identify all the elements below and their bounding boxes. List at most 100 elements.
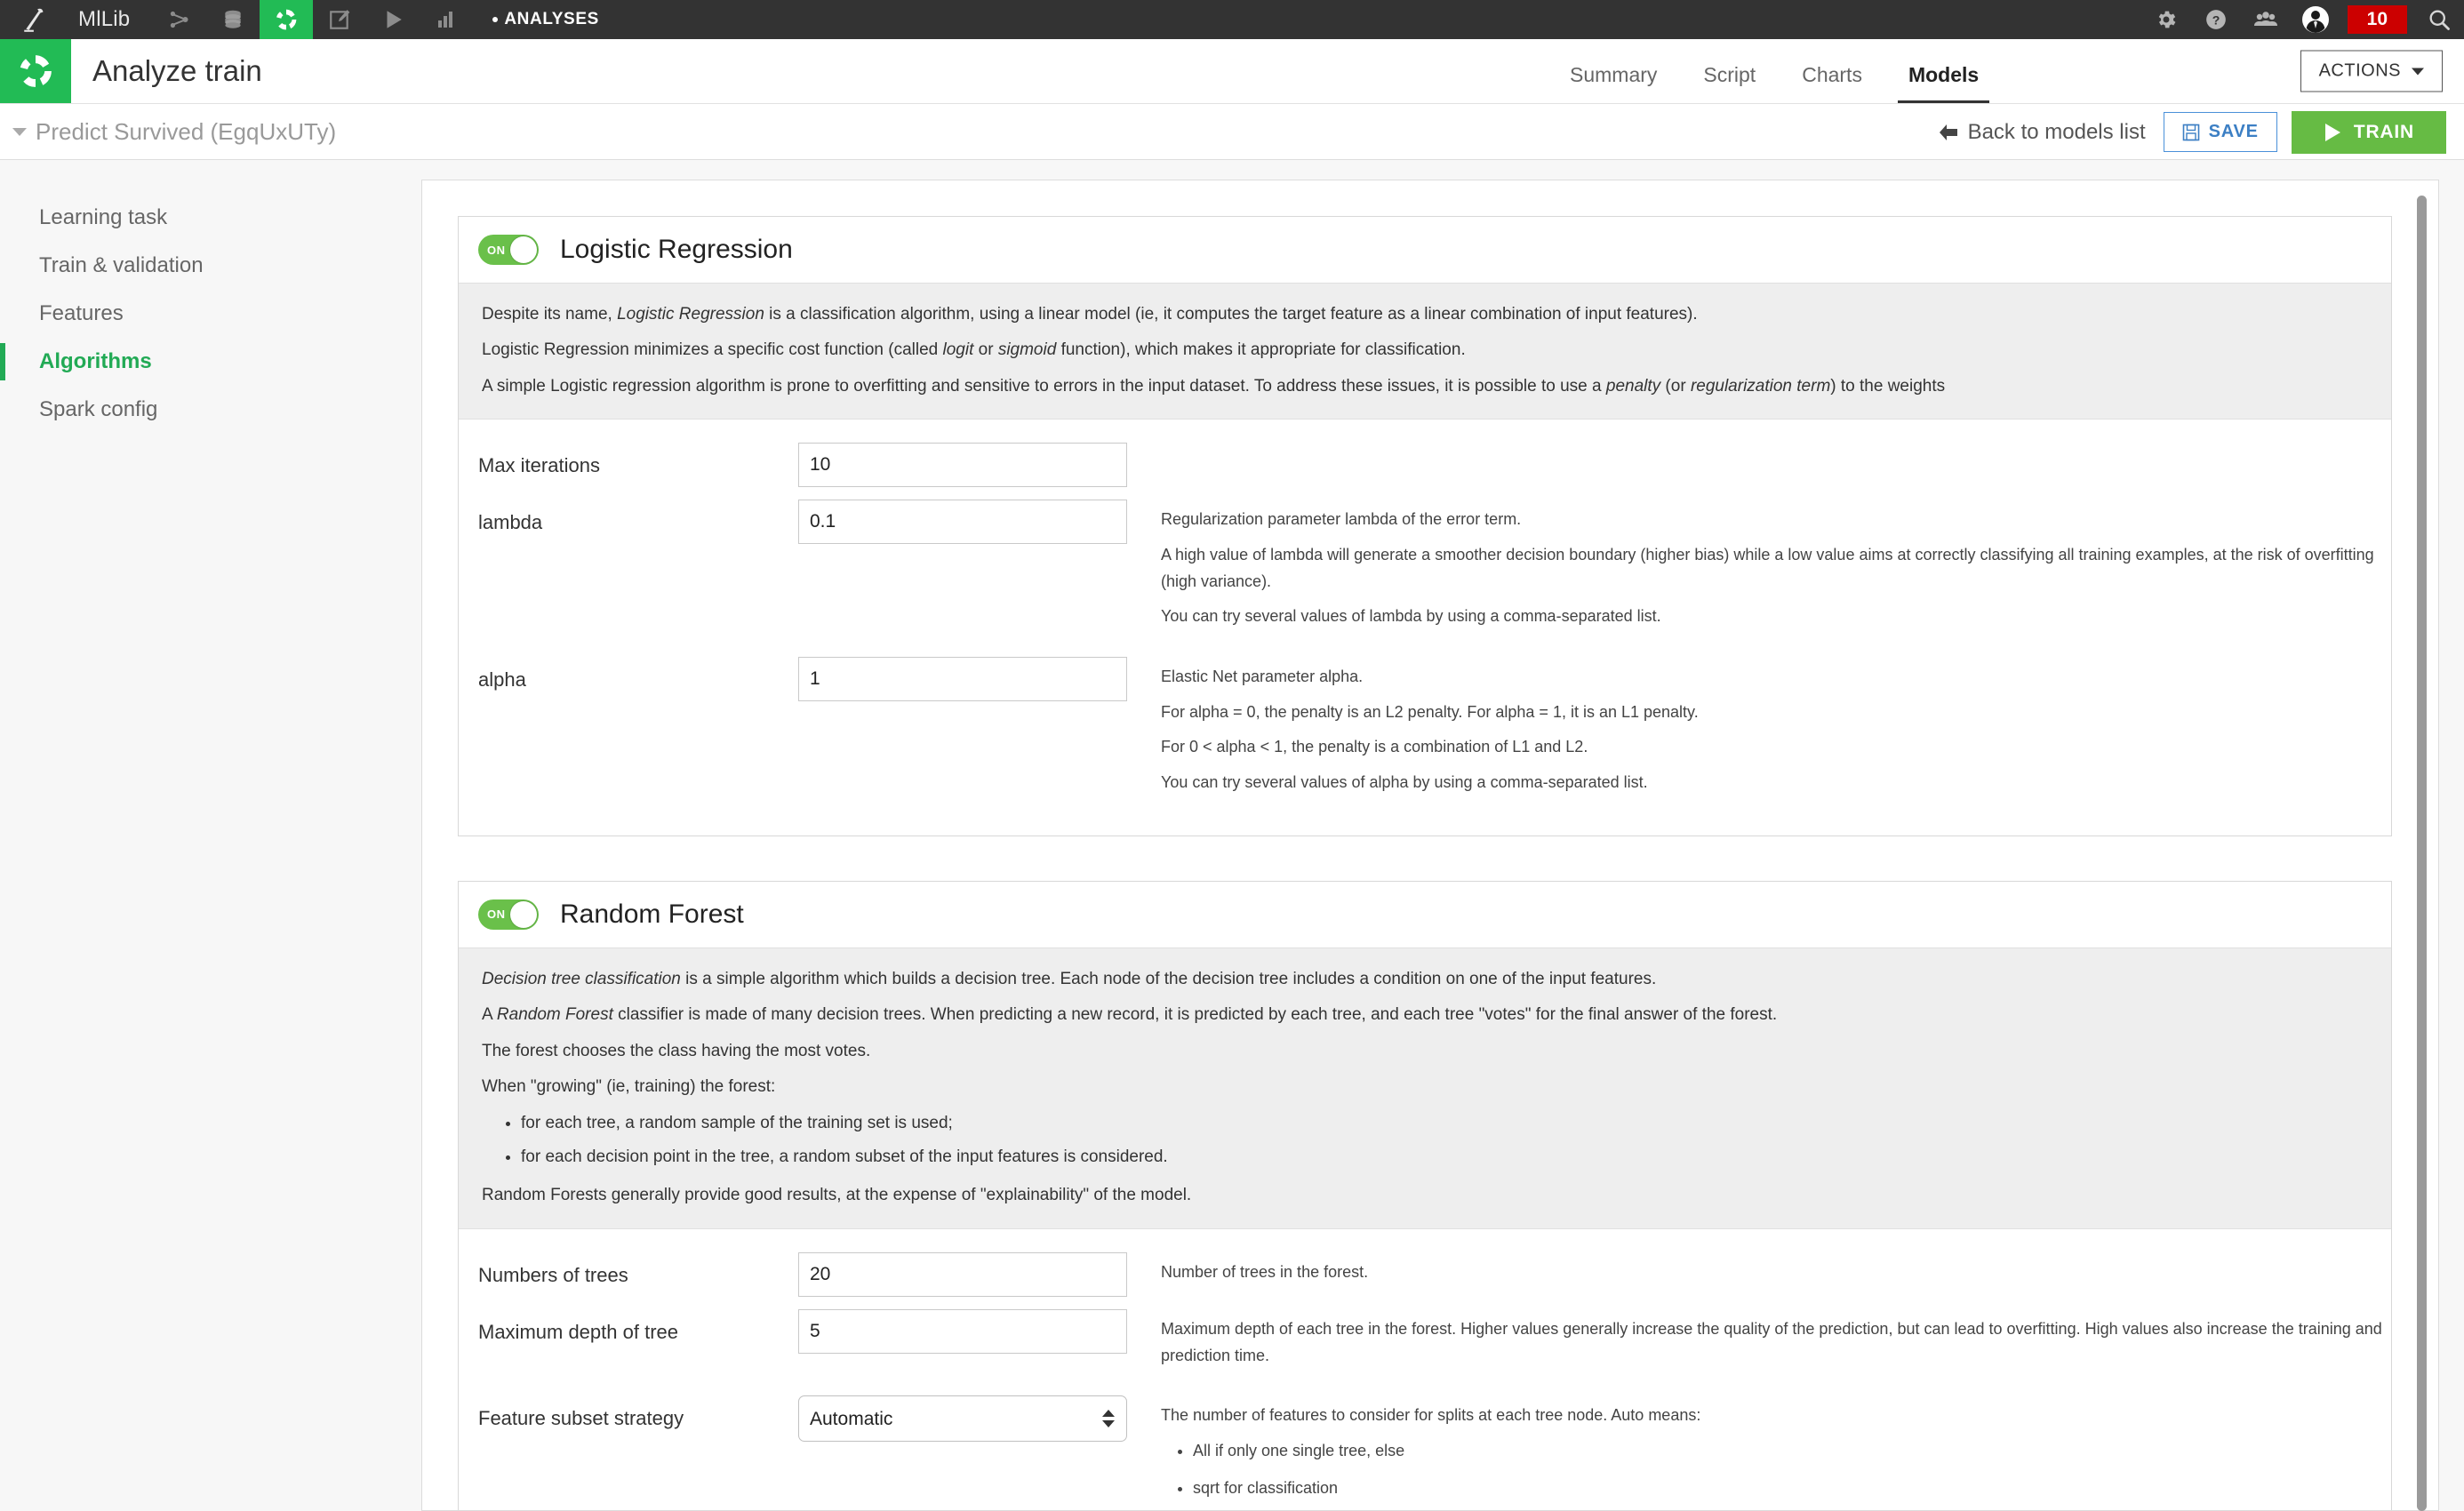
chevron-down-icon (2412, 68, 2424, 75)
svg-text:?: ? (2212, 12, 2220, 27)
max-iterations-input[interactable] (798, 443, 1127, 488)
algorithm-card-logistic-regression: ON Logistic Regression Despite its name,… (458, 216, 2392, 836)
field-help (1127, 443, 2391, 450)
run-icon[interactable] (366, 0, 420, 39)
brand-label: MlLib (78, 7, 131, 31)
field-row-maximum-depth: Maximum depth of tree Maximum depth of e… (459, 1308, 2391, 1369)
tab-summary[interactable]: Summary (1547, 63, 1680, 103)
sidebar-item-features[interactable]: Features (0, 290, 421, 338)
field-row-feature-subset-strategy: Feature subset strategy Automatic The nu… (459, 1395, 2391, 1510)
analysis-logo-icon (0, 39, 71, 103)
page-title: Analyze train (92, 54, 262, 87)
field-label: lambda (478, 511, 543, 534)
algorithm-header: ON Logistic Regression (459, 217, 2391, 284)
header-tabs: Summary Script Charts Models (1547, 39, 2002, 103)
field-row-numbers-of-trees: Numbers of trees Number of trees in the … (459, 1251, 2391, 1297)
current-section-label[interactable]: ANALYSES (492, 10, 599, 29)
numbers-of-trees-input[interactable] (798, 1251, 1127, 1297)
lambda-input[interactable] (798, 500, 1127, 545)
actions-button-label: ACTIONS (2318, 60, 2401, 81)
field-row-lambda: lambda Regularization parameter lambda o… (459, 500, 2391, 630)
search-icon[interactable] (2414, 0, 2464, 39)
toggle-knob (510, 236, 537, 263)
caret-down-icon[interactable] (12, 127, 27, 136)
sidebar-item-spark-config[interactable]: Spark config (0, 386, 421, 434)
toggle-state-label: ON (487, 907, 506, 922)
chart-icon[interactable] (420, 0, 473, 39)
arrow-left-icon (1938, 123, 1959, 142)
save-button-label: SAVE (2208, 122, 2259, 141)
logistic-regression-toggle[interactable]: ON (478, 235, 539, 265)
tab-script[interactable]: Script (1680, 63, 1779, 103)
toggle-state-label: ON (487, 243, 506, 257)
help-icon[interactable]: ? (2191, 0, 2241, 39)
flow-icon[interactable] (153, 0, 206, 39)
subheader-actions: Back to models list SAVE TRAIN (1938, 104, 2446, 160)
avatar-icon[interactable] (2291, 0, 2340, 39)
notebook-icon[interactable] (313, 0, 366, 39)
algorithms-scroll-area: ON Logistic Regression Despite its name,… (421, 180, 2439, 1511)
field-label: alpha (478, 668, 526, 692)
save-button[interactable]: SAVE (2163, 112, 2277, 152)
top-navigation-bar: MlLib ANALYSES ? 10 (0, 0, 2464, 39)
field-row-alpha: alpha Elastic Net parameter alpha.For al… (459, 657, 2391, 796)
field-control (798, 657, 1127, 702)
train-button[interactable]: TRAIN (2291, 110, 2446, 154)
algorithm-description: Despite its name, Logistic Regression is… (459, 284, 2391, 420)
section-bullet-icon (492, 17, 499, 22)
play-icon (2324, 123, 2341, 142)
field-control (798, 500, 1127, 545)
algorithm-card-random-forest: ON Random Forest Decision tree classific… (458, 880, 2392, 1510)
feature-subset-strategy-select[interactable]: Automatic (798, 1395, 1127, 1443)
database-icon[interactable] (206, 0, 260, 39)
breadcrumb[interactable]: Predict Survived (EgqUxUTy) (0, 118, 336, 146)
back-link-label: Back to models list (1967, 119, 2146, 144)
section-label-text: ANALYSES (504, 10, 599, 28)
field-label: Numbers of trees (478, 1263, 628, 1286)
algorithms-content: ON Logistic Regression Despite its name,… (421, 160, 2464, 1511)
top-bar-right-group: ? 10 (2141, 0, 2464, 39)
maximum-depth-input[interactable] (798, 1308, 1127, 1354)
floppy-disk-icon (2182, 124, 2200, 141)
field-help: Regularization parameter lambda of the e… (1161, 510, 2374, 626)
field-label: Max iterations (478, 454, 600, 477)
field-control: Automatic (798, 1395, 1127, 1443)
field-control (798, 443, 1127, 488)
tab-models[interactable]: Models (1885, 63, 2002, 103)
gear-icon[interactable] (2141, 0, 2191, 39)
field-help: Number of trees in the forest. (1161, 1262, 1369, 1281)
model-subheader: Predict Survived (EgqUxUTy) Back to mode… (0, 104, 2464, 160)
page-header: Analyze train Summary Script Charts Mode… (0, 39, 2464, 104)
sidebar-item-train-validation[interactable]: Train & validation (0, 242, 421, 290)
train-button-label: TRAIN (2353, 121, 2414, 142)
algorithm-parameters: Max iterations lambda Regularization par… (459, 420, 2391, 835)
field-control (798, 1251, 1127, 1297)
algorithm-header: ON Random Forest (459, 882, 2391, 948)
field-help: Elastic Net parameter alpha. For alpha = … (1161, 668, 1699, 792)
algorithm-title: Logistic Regression (560, 235, 793, 264)
sidebar-item-learning-task[interactable]: Learning task (0, 194, 421, 242)
toggle-knob (510, 900, 537, 928)
lab-icon[interactable] (260, 0, 314, 39)
field-help: Maximum depth of each tree in the forest… (1161, 1319, 2382, 1364)
field-label: Feature subset strategy (478, 1407, 684, 1430)
notification-badge[interactable]: 10 (2347, 5, 2407, 34)
field-help: The number of features to consider for s… (1127, 1395, 2391, 1510)
sidebar-item-algorithms[interactable]: Algorithms (0, 338, 421, 386)
page-body: Learning task Train & validation Feature… (0, 160, 2464, 1511)
field-row-max-iterations: Max iterations (459, 443, 2391, 488)
algorithm-title: Random Forest (560, 899, 744, 929)
actions-button[interactable]: ACTIONS (2300, 50, 2443, 92)
alpha-input[interactable] (798, 657, 1127, 702)
field-label: Maximum depth of tree (478, 1320, 678, 1343)
tab-charts[interactable]: Charts (1779, 63, 1885, 103)
field-control (798, 1308, 1127, 1354)
random-forest-toggle[interactable]: ON (478, 899, 539, 930)
users-icon[interactable] (2241, 0, 2291, 39)
product-logo-icon[interactable] (0, 0, 71, 39)
breadcrumb-label: Predict Survived (EgqUxUTy) (36, 117, 337, 145)
algorithm-parameters: Numbers of trees Number of trees in the … (459, 1229, 2391, 1510)
settings-sidebar: Learning task Train & validation Feature… (0, 160, 421, 1511)
back-to-models-list-link[interactable]: Back to models list (1938, 120, 2146, 145)
vertical-scrollbar[interactable] (2417, 196, 2427, 1511)
